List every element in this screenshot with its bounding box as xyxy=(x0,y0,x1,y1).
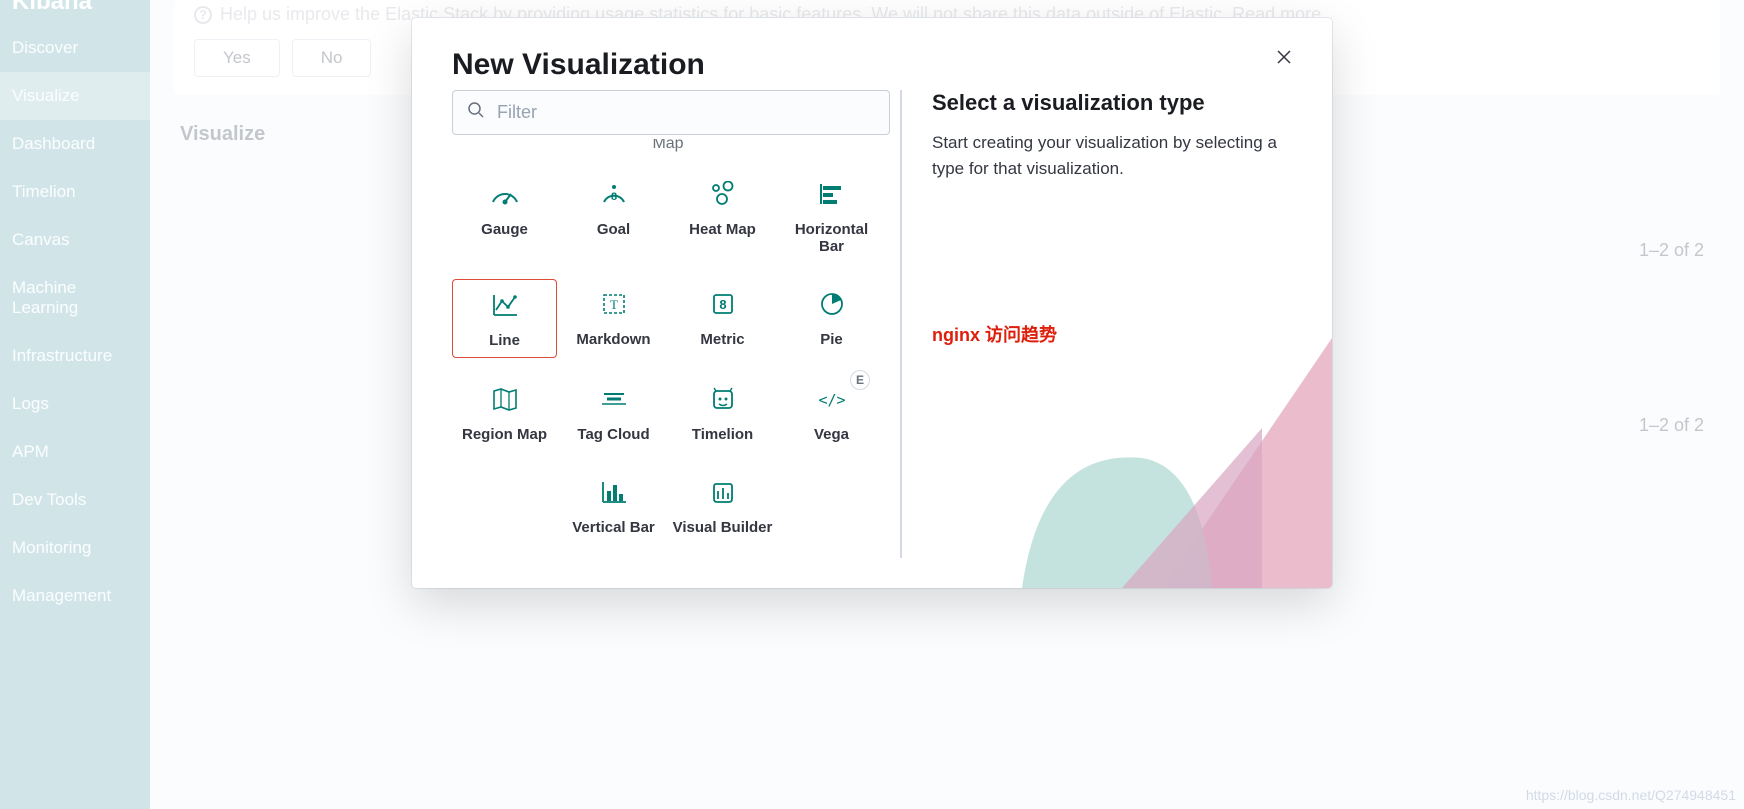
viz-type-pie[interactable]: Pie xyxy=(779,279,884,358)
svg-text:</>: </> xyxy=(818,391,845,409)
pie-icon xyxy=(815,287,849,321)
hbar-icon xyxy=(815,177,849,211)
viz-type-region-map[interactable]: Region Map xyxy=(452,374,557,451)
viz-label: Line xyxy=(455,332,554,349)
viz-picker-panel: Map Gauge8 Goal Heat Map Horizontal Bar … xyxy=(452,90,902,558)
close-button[interactable] xyxy=(1276,48,1292,71)
info-text: Start creating your visualization by sel… xyxy=(932,130,1302,181)
viz-label: Goal xyxy=(563,221,664,238)
watermark: https://blog.csdn.net/Q274948451 xyxy=(1526,787,1736,803)
new-visualization-modal: New Visualization Map Gauge 8 Goal Heat M… xyxy=(412,18,1332,588)
viz-label: Metric xyxy=(672,331,773,348)
visbuilder-icon xyxy=(706,475,740,509)
svg-text:T: T xyxy=(610,297,618,312)
gauge-icon xyxy=(488,177,522,211)
viz-type-heat-map[interactable]: Heat Map xyxy=(670,169,775,263)
viz-type-horizontal-bar[interactable]: Horizontal Bar xyxy=(779,169,884,263)
viz-label: Tag Cloud xyxy=(563,426,664,443)
svg-text:8: 8 xyxy=(719,297,726,312)
viz-type-metric[interactable]: 8 Metric xyxy=(670,279,775,358)
viz-type-vertical-bar[interactable]: Vertical Bar xyxy=(561,467,666,544)
viz-label: Horizontal Bar xyxy=(781,221,882,255)
search-icon xyxy=(467,101,485,124)
vega-icon: </> xyxy=(815,382,849,416)
heatmap-icon xyxy=(706,177,740,211)
svg-text:8: 8 xyxy=(610,191,616,203)
viz-label: Timelion xyxy=(672,426,773,443)
filter-wrap xyxy=(452,90,890,135)
viz-label: Vega xyxy=(781,426,882,443)
vbar-icon xyxy=(597,475,631,509)
viz-label: Gauge xyxy=(454,221,555,238)
metric-icon: 8 xyxy=(706,287,740,321)
viz-label: Region Map xyxy=(454,426,555,443)
tagcloud-icon xyxy=(597,382,631,416)
viz-label: Vertical Bar xyxy=(563,519,664,536)
regionmap-icon xyxy=(488,382,522,416)
viz-label: Visual Builder xyxy=(672,519,773,536)
decoration-shapes xyxy=(1002,308,1332,588)
viz-type-tag-cloud[interactable]: Tag Cloud xyxy=(561,374,666,451)
viz-type-gauge[interactable]: Gauge xyxy=(452,169,557,263)
timelion-icon xyxy=(706,382,740,416)
info-title: Select a visualization type xyxy=(932,90,1302,116)
viz-type-markdown[interactable]: T Markdown xyxy=(561,279,666,358)
viz-type-visual-builder[interactable]: Visual Builder xyxy=(670,467,775,544)
markdown-icon: T xyxy=(597,287,631,321)
goal-icon: 8 xyxy=(597,177,631,211)
viz-label: Heat Map xyxy=(672,221,773,238)
clipped-viz-label: Map xyxy=(452,139,884,153)
line-icon xyxy=(488,288,522,322)
viz-type-vega[interactable]: </> VegaE xyxy=(779,374,884,451)
experimental-badge: E xyxy=(850,370,870,390)
filter-input[interactable] xyxy=(497,102,875,123)
viz-type-goal[interactable]: 8 Goal xyxy=(561,169,666,263)
modal-title: New Visualization xyxy=(452,48,705,82)
viz-label: Pie xyxy=(781,331,882,348)
viz-type-timelion[interactable]: Timelion xyxy=(670,374,775,451)
close-icon xyxy=(1276,49,1292,65)
viz-label: Markdown xyxy=(563,331,664,348)
viz-type-line[interactable]: Line xyxy=(452,279,557,358)
